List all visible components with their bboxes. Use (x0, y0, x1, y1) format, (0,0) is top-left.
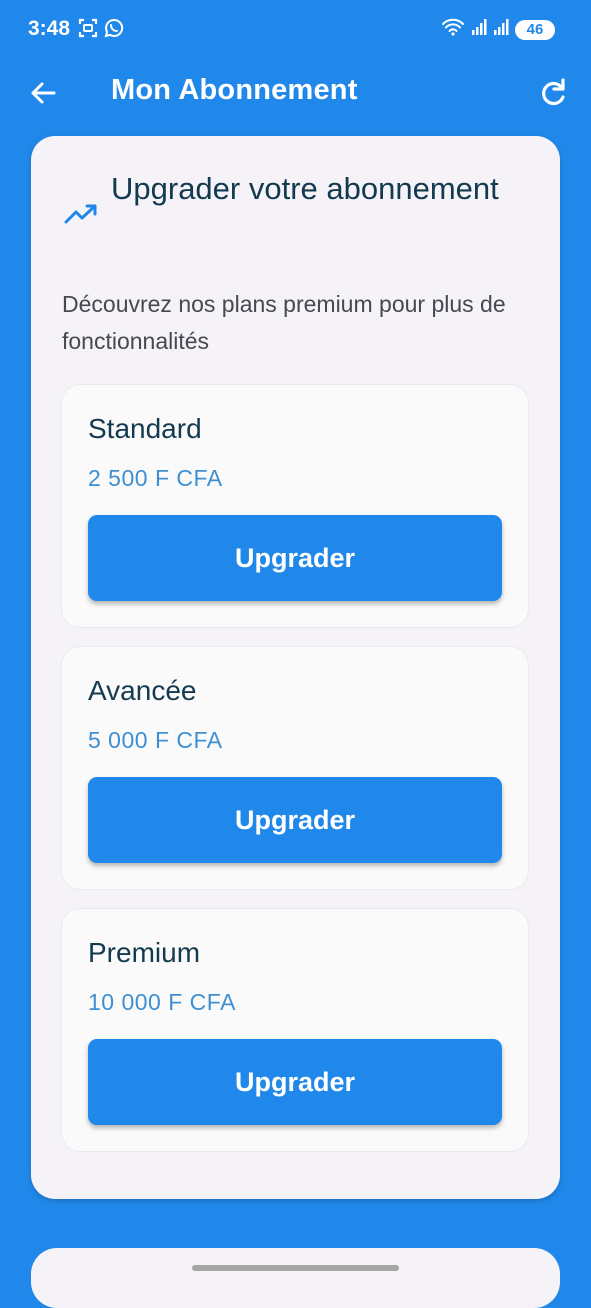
plan-price: 10 000 F CFA (88, 989, 236, 1015)
back-button[interactable] (26, 76, 60, 110)
upgrade-button[interactable]: Upgrader (88, 515, 502, 601)
plan-name: Standard (88, 413, 202, 444)
screenshot-icon (78, 18, 98, 43)
next-card (31, 1248, 560, 1308)
app-bar: Mon Abonnement (0, 62, 591, 122)
upgrade-title: Upgrader votre abonnement (111, 171, 499, 206)
upgrade-card: Upgrader votre abonnement Découvrez nos … (31, 136, 560, 1199)
status-right-icons: 46 (441, 18, 555, 41)
plan-card-standard: Standard 2 500 F CFA Upgrader (62, 385, 528, 627)
plan-name: Avancée (88, 675, 197, 706)
upgrade-subtitle: Découvrez nos plans premium pour plus de… (62, 291, 506, 354)
battery-level: 46 (526, 21, 544, 38)
home-indicator[interactable] (192, 1265, 399, 1271)
status-time: 3:48 (28, 17, 71, 40)
status-bar: 3:48 46 (0, 0, 591, 62)
refresh-button[interactable] (536, 76, 570, 110)
upgrade-button[interactable]: Upgrader (88, 777, 502, 863)
plan-card-avancee: Avancée 5 000 F CFA Upgrader (62, 647, 528, 889)
upgrade-button[interactable]: Upgrader (88, 1039, 502, 1125)
refresh-icon (542, 78, 565, 106)
plan-card-premium: Premium 10 000 F CFA Upgrader (62, 909, 528, 1151)
wifi-icon (441, 18, 465, 41)
trending-up-icon (64, 202, 98, 226)
plan-name: Premium (88, 937, 201, 968)
signal-icon (471, 18, 487, 41)
battery-icon: 46 (515, 19, 555, 40)
signal-icon (493, 18, 509, 41)
plan-price: 2 500 F CFA (88, 465, 223, 491)
arrow-left-icon (31, 82, 56, 104)
status-left-icons (78, 18, 124, 43)
whatsapp-icon (104, 18, 124, 43)
page-title: Mon Abonnement (111, 74, 358, 106)
plan-price: 5 000 F CFA (88, 727, 223, 753)
